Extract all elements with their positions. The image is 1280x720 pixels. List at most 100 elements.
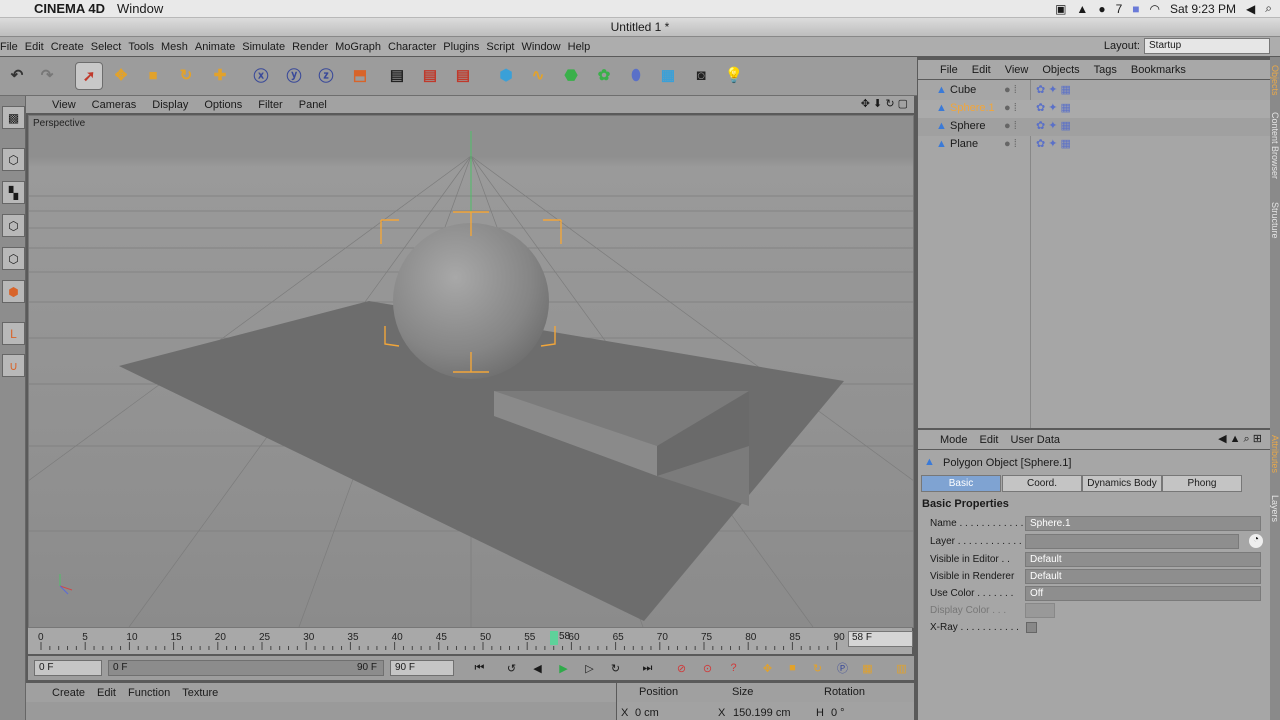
axis-mode-icon[interactable]: L [2,322,25,345]
menu-mesh[interactable]: Mesh [161,41,195,53]
side-tab-attributes[interactable]: Attributes [1270,435,1280,473]
render-view-icon[interactable]: ▤ [384,62,410,88]
selection-tool-icon[interactable]: ➚ [75,62,103,90]
side-tab-structure[interactable]: Structure [1270,202,1280,239]
obj-menu-bookmarks[interactable]: Bookmarks [1124,64,1193,76]
layer-picker-icon[interactable]: ◔ [1249,534,1263,548]
material-manager-area[interactable] [26,702,616,720]
z-axis-lock-icon[interactable]: ⓩ [313,62,339,88]
prev-key-icon[interactable]: ↺ [502,659,521,677]
polygons-mode-icon[interactable]: ⬢ [2,280,25,303]
move-tool-icon[interactable]: ✥ [108,62,134,88]
deformer-icon[interactable]: ⬮ [623,62,649,88]
obj-menu-objects[interactable]: Objects [1035,64,1086,76]
spline-icon[interactable]: ∿ [525,62,551,88]
side-tab-layers[interactable]: Layers [1270,495,1280,522]
goto-end-icon[interactable]: ⏭ [638,659,657,677]
end-frame-field[interactable]: 90 F [390,660,454,676]
tag-icons[interactable]: ✿ ✦ ▦ [1036,119,1071,132]
edges-mode-icon[interactable]: ⬡ [2,247,25,270]
object-row-cube[interactable]: ▲ Cube ● ⁞ ✿ ✦ ▦ [918,82,1270,100]
tab-basic[interactable]: Basic [921,475,1001,492]
menu-file[interactable]: File [0,41,25,53]
material-menu-texture[interactable]: Texture [176,687,224,699]
side-tab-content-browser[interactable]: Content Browser [1270,112,1280,179]
play-icon[interactable]: ▶ [554,659,573,677]
camera-icon[interactable]: ▣ [1055,2,1066,16]
menu-simulate[interactable]: Simulate [242,41,292,53]
object-row-sphere-1[interactable]: ▲ Sphere.1 ● ⁞ ✿ ✦ ▦ [918,100,1270,118]
prop-visible-editor-dropdown[interactable]: Default [1025,552,1261,567]
model-mode-icon[interactable]: ▩ [2,106,25,129]
menu-select[interactable]: Select [91,41,129,53]
visibility-dots-icon[interactable]: ● ⁞ [1004,120,1017,132]
menu-tools[interactable]: Tools [128,41,161,53]
current-frame-marker[interactable]: 58 [559,631,570,642]
menu-edit[interactable]: Edit [25,41,51,53]
goto-start-icon[interactable]: ⏮ [470,659,489,677]
attr-menu-user-data[interactable]: User Data [1005,434,1067,446]
recent-tool-icon[interactable]: ✚ [207,62,233,88]
start-frame-field[interactable]: 0 F [34,660,102,676]
prop-name-field[interactable]: Sphere.1 [1025,516,1261,531]
window-menu[interactable]: Window [105,1,175,16]
menu-animate[interactable]: Animate [195,41,242,53]
attr-menu-mode[interactable]: Mode [918,434,974,446]
subdivision-icon[interactable]: ⬣ [558,62,584,88]
viewport-menu-panel[interactable]: Panel [291,99,335,111]
render-settings-icon[interactable]: ▤ [450,62,476,88]
viewport-menu-options[interactable]: Options [196,99,250,111]
render-picture-viewer-icon[interactable]: ▤ [417,62,443,88]
visibility-dots-icon[interactable]: ● ⁞ [1004,138,1017,150]
search-icon[interactable]: ⌕ [1265,1,1272,16]
obj-menu-view[interactable]: View [998,64,1036,76]
upload-icon[interactable]: ▲ [1076,2,1088,16]
attr-nav-icons[interactable]: ◀ ▲ ⌕ ⊞ [1218,432,1262,446]
layout-select[interactable]: Startup [1144,38,1270,54]
menu-create[interactable]: Create [51,41,91,53]
material-menu-edit[interactable]: Edit [91,687,122,699]
autokey-icon[interactable]: ⊙ [698,659,717,677]
prop-use-color-dropdown[interactable]: Off [1025,586,1261,601]
x-axis-lock-icon[interactable]: ⓧ [248,62,274,88]
visibility-dots-icon[interactable]: ● ⁞ [1004,102,1017,114]
viewport-menu-view[interactable]: View [26,99,84,111]
material-menu-create[interactable]: Create [26,687,91,699]
record-icon[interactable]: ⊘ [672,659,691,677]
key-scale-icon[interactable]: ■ [783,659,802,677]
pos-x-field[interactable]: 0 cm [635,707,659,719]
rot-h-field[interactable]: 0 ° [831,707,845,719]
next-key-icon[interactable]: ↻ [606,659,625,677]
camera-object-icon[interactable]: ◙ [688,62,714,88]
y-axis-lock-icon[interactable]: ⓨ [281,62,307,88]
menu-mograph[interactable]: MoGraph [335,41,388,53]
material-menu-function[interactable]: Function [122,687,176,699]
sync-icon[interactable]: ● [1098,2,1105,16]
obj-menu-edit[interactable]: Edit [965,64,998,76]
key-pla-icon[interactable]: ▦ [858,659,877,677]
visibility-dots-icon[interactable]: ● ⁞ [1004,84,1017,96]
key-rotation-icon[interactable]: ↻ [808,659,827,677]
key-position-icon[interactable]: ✥ [758,659,777,677]
obj-menu-file[interactable]: File [918,64,965,76]
tag-icons[interactable]: ✿ ✦ ▦ [1036,137,1071,150]
current-frame-field[interactable]: 58 F [848,631,913,647]
coordinate-system-icon[interactable]: ⬒ [347,62,373,88]
app-menu[interactable]: CINEMA 4D [28,1,105,16]
light-icon[interactable]: 💡 [721,62,747,88]
next-frame-icon[interactable]: ▷ [580,659,599,677]
redo-icon[interactable]: ↷ [34,62,60,88]
scale-tool-icon[interactable]: ■ [140,62,166,88]
menu-render[interactable]: Render [292,41,335,53]
array-icon[interactable]: ✿ [591,62,617,88]
tag-icons[interactable]: ✿ ✦ ▦ [1036,101,1071,114]
volume-icon[interactable]: ◀ [1246,2,1255,16]
menu-plugins[interactable]: Plugins [443,41,486,53]
object-row-plane[interactable]: ▲ Plane ● ⁞ ✿ ✦ ▦ [918,136,1270,154]
prop-xray-checkbox[interactable] [1026,622,1037,633]
texture-mode-icon[interactable]: ▚ [2,181,25,204]
tab-dynamics-body[interactable]: Dynamics Body [1082,475,1162,492]
rotate-tool-icon[interactable]: ↻ [173,62,199,88]
viewport-menu-cameras[interactable]: Cameras [84,99,145,111]
key-parameter-icon[interactable]: Ⓟ [833,659,852,677]
